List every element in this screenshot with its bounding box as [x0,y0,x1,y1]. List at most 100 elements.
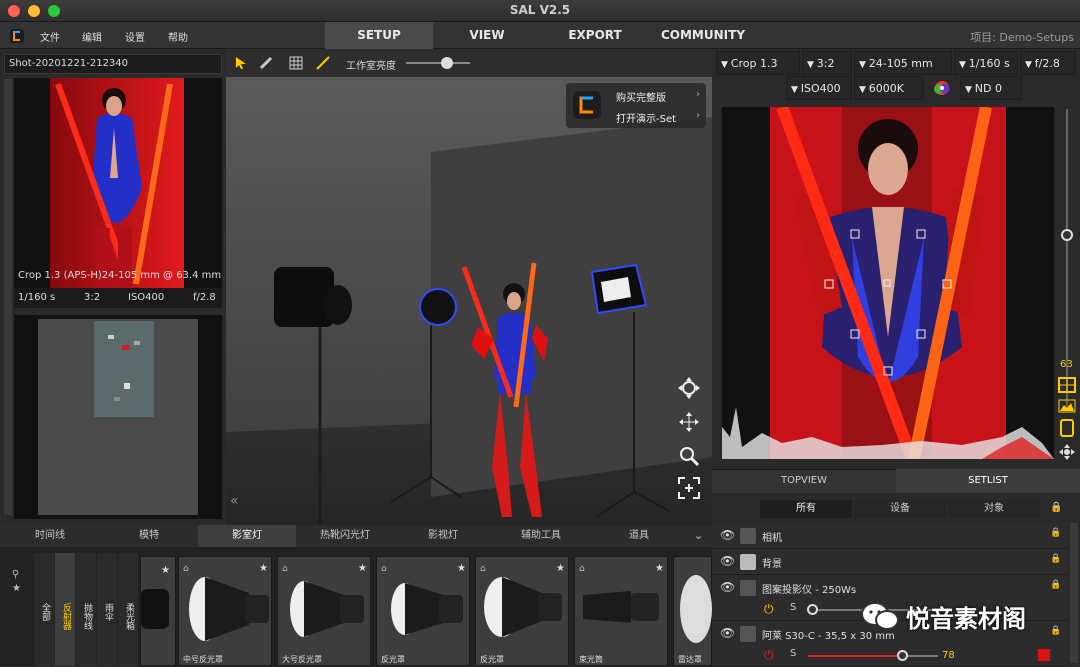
light-card-snoot[interactable]: ⌂ ★ 束光筒 [574,556,668,666]
category-parabolic[interactable]: 抛物线 [76,553,96,666]
portrait-icon[interactable] [1060,419,1074,437]
info-iso: ISO400 [128,292,165,303]
histogram-icon[interactable] [1058,399,1076,413]
pan-icon[interactable] [678,411,700,433]
menu-help[interactable]: 帮助 [168,29,188,44]
measure-icon[interactable] [259,56,273,70]
setlist-row-camera[interactable]: 👁 相机 🔒 [712,523,1068,549]
grid-overlay-icon[interactable] [1058,377,1076,393]
tab-export[interactable]: EXPORT [541,22,649,49]
orbit-icon[interactable] [678,377,700,399]
category-umbrellas[interactable]: 雨伞 [97,553,117,666]
app-logo-icon [573,91,601,119]
lock-icon[interactable]: 🔒 [1050,502,1062,513]
filter-objects[interactable]: 对象 [948,500,1040,518]
power-icon[interactable]: ⏻ [764,648,774,663]
demo-popup: 购买完整版 › 打开演示-Set › [566,83,706,128]
eye-icon[interactable]: 👁 [720,528,735,542]
ratio-value: 3:2 [816,57,835,70]
svg-text:⌂: ⌂ [282,564,288,574]
tab-view[interactable]: VIEW [433,22,541,49]
light-icon [740,626,756,642]
camera-icon [740,528,756,544]
power-slider[interactable] [808,655,898,657]
tab-community[interactable]: COMMUNITY [649,22,757,49]
collapse-left-icon[interactable]: « [230,493,239,509]
category-softboxes[interactable]: 柔光箱 [118,553,138,666]
zoom-icon[interactable] [678,445,700,467]
category-all[interactable]: 全部 [34,553,54,666]
info-aperture: f/2.8 [193,292,216,303]
power-icon[interactable]: ⏻ [764,602,774,617]
grid-icon[interactable] [289,56,303,70]
color-wheel-icon[interactable] [934,80,950,96]
lock-icon[interactable]: 🔒 [1050,554,1061,564]
pin-icon[interactable]: ⚲ [12,569,19,580]
card-label: 反光罩 [480,655,504,664]
filter-equipment[interactable]: 设备 [854,500,946,518]
menu-settings[interactable]: 设置 [125,29,145,44]
tab-timeline[interactable]: 时间线 [0,525,100,547]
ratio-select[interactable]: ▼ 3:2 [802,51,852,75]
tab-tools[interactable]: 辅助工具 [492,525,590,547]
line-icon[interactable] [316,56,330,70]
svg-text:⌂: ⌂ [579,564,585,574]
star-icon[interactable]: ★ [12,583,21,594]
viewport-panel: 工作室亮度 购买完整版 › 打开演示-Set › « [226,49,712,525]
tab-speedlights[interactable]: 热靴闪光灯 [296,525,394,547]
light-card-beauty-dish[interactable]: 雷达罩 [673,556,712,666]
open-demo-set-link[interactable]: 打开演示-Set [616,110,676,125]
tab-topview[interactable]: TOPVIEW [712,475,896,486]
studio-brightness-handle[interactable] [441,57,453,69]
frame-icon[interactable] [678,477,700,499]
lock-icon[interactable]: 🔒 [1050,580,1061,590]
topview-thumbnail[interactable] [14,315,222,519]
left-scrollbar[interactable] [4,79,12,515]
power-slider-handle[interactable] [807,604,818,615]
tab-setlist[interactable]: SETLIST [896,469,1080,493]
left-panel: Shot-20201221-212340 Crop 1.3 (APS-H)24-… [0,49,226,525]
light-card-medium-reflector[interactable]: ⌂ ★ 中号反光罩 [178,556,272,666]
setlist-row-background[interactable]: 👁 背景 🔒 [712,549,1068,575]
light-card-large-reflector[interactable]: ⌂ ★ 大号反光罩 [277,556,371,666]
menu-file[interactable]: 文件 [40,29,60,44]
color-swatch[interactable] [1038,649,1050,661]
info-shutter: 1/160 s [18,292,56,303]
iso-select[interactable]: ▼ ISO400 [786,76,852,100]
power-slider-handle[interactable] [897,650,908,661]
zoom-slider-handle[interactable] [1061,229,1073,241]
tab-setup[interactable]: SETUP [325,22,433,49]
category-reflectors[interactable]: 反射器 [55,553,75,666]
shutter-select[interactable]: ▼ 1/160 s [954,51,1018,75]
setlist-scrollbar[interactable] [1070,523,1078,663]
tab-studio-lights[interactable]: 影室灯 [198,525,296,547]
tab-models[interactable]: 模特 [100,525,198,547]
iso-value: ISO400 [800,82,841,95]
tab-props[interactable]: 道具 [590,525,688,547]
light-card-partial[interactable]: ★ [140,556,176,666]
lock-icon[interactable]: 🔒 [1050,528,1061,538]
tab-video-lights[interactable]: 影视灯 [394,525,492,547]
menu-edit[interactable]: 编辑 [82,29,102,44]
3d-scene[interactable]: 购买完整版 › 打开演示-Set › « [226,77,712,525]
wb-select[interactable]: ▼ 6000K [854,76,924,100]
crop-select[interactable]: ▼ Crop 1.3 [716,51,800,75]
lens-select[interactable]: ▼ 24-105 mm [854,51,952,75]
studio-brightness-slider[interactable] [406,62,470,64]
chevron-down-icon[interactable]: ⌄ [694,529,703,542]
light-card-reflector-1[interactable]: ⌂ ★ 反光罩 [376,556,470,666]
nd-select[interactable]: ▼ ND 0 [960,76,1022,100]
camera-preview[interactable] [722,107,1054,459]
eye-icon[interactable]: 👁 [720,626,735,640]
filter-all[interactable]: 所有 [760,500,852,518]
eye-icon[interactable]: 👁 [720,554,735,568]
move-icon[interactable] [1058,443,1076,461]
pointer-icon[interactable] [234,56,248,70]
lock-icon[interactable]: 🔒 [1050,626,1061,636]
eye-icon[interactable]: 👁 [720,580,735,594]
buy-full-version-link[interactable]: 购买完整版 [616,89,666,104]
viewport-toolbar: 工作室亮度 [226,49,712,77]
aperture-select[interactable]: ▼ f/2.8 [1020,51,1076,75]
shot-name-field[interactable]: Shot-20201221-212340 [4,54,222,74]
light-card-reflector-2[interactable]: ⌂ ★ 反光罩 [475,556,569,666]
